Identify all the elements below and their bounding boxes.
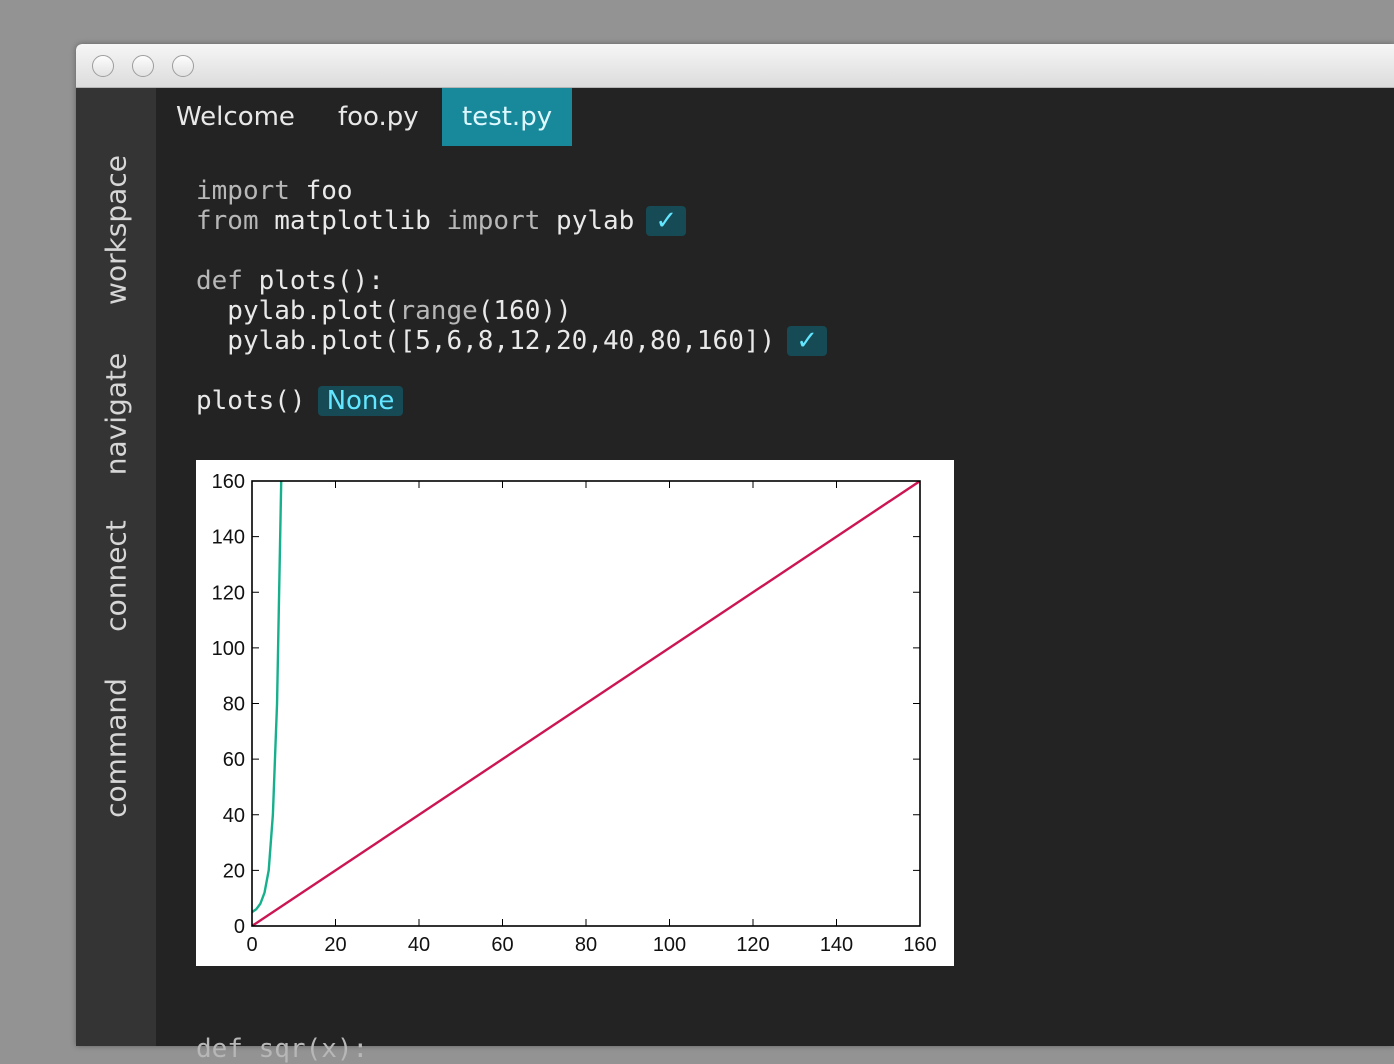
sidebar: workspace navigate connect command [76,88,156,1046]
code-line-3[interactable] [196,236,827,266]
builtin: range [399,296,478,326]
code-text: plots(): [242,266,384,296]
code-line-6[interactable]: pylab.plot([5,6,8,12,20,40,80,160]) ✓ [196,326,827,356]
code-text: foo [289,176,353,206]
code-line-2[interactable]: from matplotlib import pylab ✓ [196,206,827,236]
code-line-4[interactable]: def plots(): [196,266,827,296]
x-tick-label: 20 [324,934,346,956]
minimize-window-button[interactable] [132,55,154,77]
code-text: matplotlib [258,206,447,236]
keyword: from [196,206,259,236]
code-text: pylab.plot([5,6,8,12,20,40,80,160]) [196,326,776,356]
x-tick-label: 160 [903,934,936,956]
tab-welcome[interactable]: Welcome [156,88,315,146]
plot-output: 0 20 40 60 80 100 120 140 160 0 20 40 60 80 100 120 140 1… [196,460,954,966]
keyword: def [196,266,243,296]
x-tick-label: 80 [575,934,597,956]
eval-result-badge[interactable]: ✓ [646,206,687,236]
keyword: import [446,206,541,236]
code-text: pylab [540,206,635,236]
code-text: plots() [196,386,306,416]
sidebar-item-command[interactable]: command [100,678,133,818]
y-tick-label: 0 [234,916,245,938]
series-line-2 [252,481,283,914]
x-tick-label: 0 [246,934,257,956]
code-line-8[interactable]: plots() None [196,386,827,416]
code-line-cutoff: def sqr(x): [196,1034,369,1064]
tab-foo-py[interactable]: foo.py [318,88,439,146]
code-line-7[interactable] [196,356,827,386]
tab-test-py[interactable]: test.py [442,88,573,146]
sidebar-item-navigate[interactable]: navigate [100,353,133,475]
code-line-5[interactable]: pylab.plot(range(160)) [196,296,827,326]
x-tick-label: 100 [653,934,686,956]
series-line-1 [252,481,920,926]
tab-bar: Welcome foo.py test.py [156,88,1394,146]
y-tick-label: 80 [223,694,245,716]
line-chart: 0 20 40 60 80 100 120 140 160 0 20 40 60 80 100 120 140 1… [212,471,937,956]
x-tick-label: 40 [408,934,430,956]
zoom-window-button[interactable] [172,55,194,77]
y-tick-label: 60 [223,749,245,771]
y-tick-label: 20 [223,860,245,882]
y-tick-label: 100 [212,638,245,660]
y-tick-label: 140 [212,527,245,549]
keyword: import [196,176,290,206]
eval-result-badge[interactable]: None [317,386,404,416]
eval-result-badge[interactable]: ✓ [787,326,827,356]
close-window-button[interactable] [92,55,114,77]
y-tick-label: 120 [212,582,245,604]
x-tick-label: 60 [491,934,513,956]
title-bar [76,44,1394,88]
sidebar-item-connect[interactable]: connect [100,520,133,632]
y-tick-label: 40 [223,805,245,827]
sidebar-item-workspace[interactable]: workspace [100,155,133,305]
code-line-1[interactable]: import foo [196,176,827,206]
code-text: (160)) [477,296,572,326]
code-editor[interactable]: import foo from matplotlib import pylab ✓… [196,176,827,416]
y-tick-label: 160 [212,471,245,493]
x-tick-label: 140 [820,934,853,956]
x-tick-label: 120 [736,934,769,956]
code-text: pylab.plot( [196,296,400,326]
